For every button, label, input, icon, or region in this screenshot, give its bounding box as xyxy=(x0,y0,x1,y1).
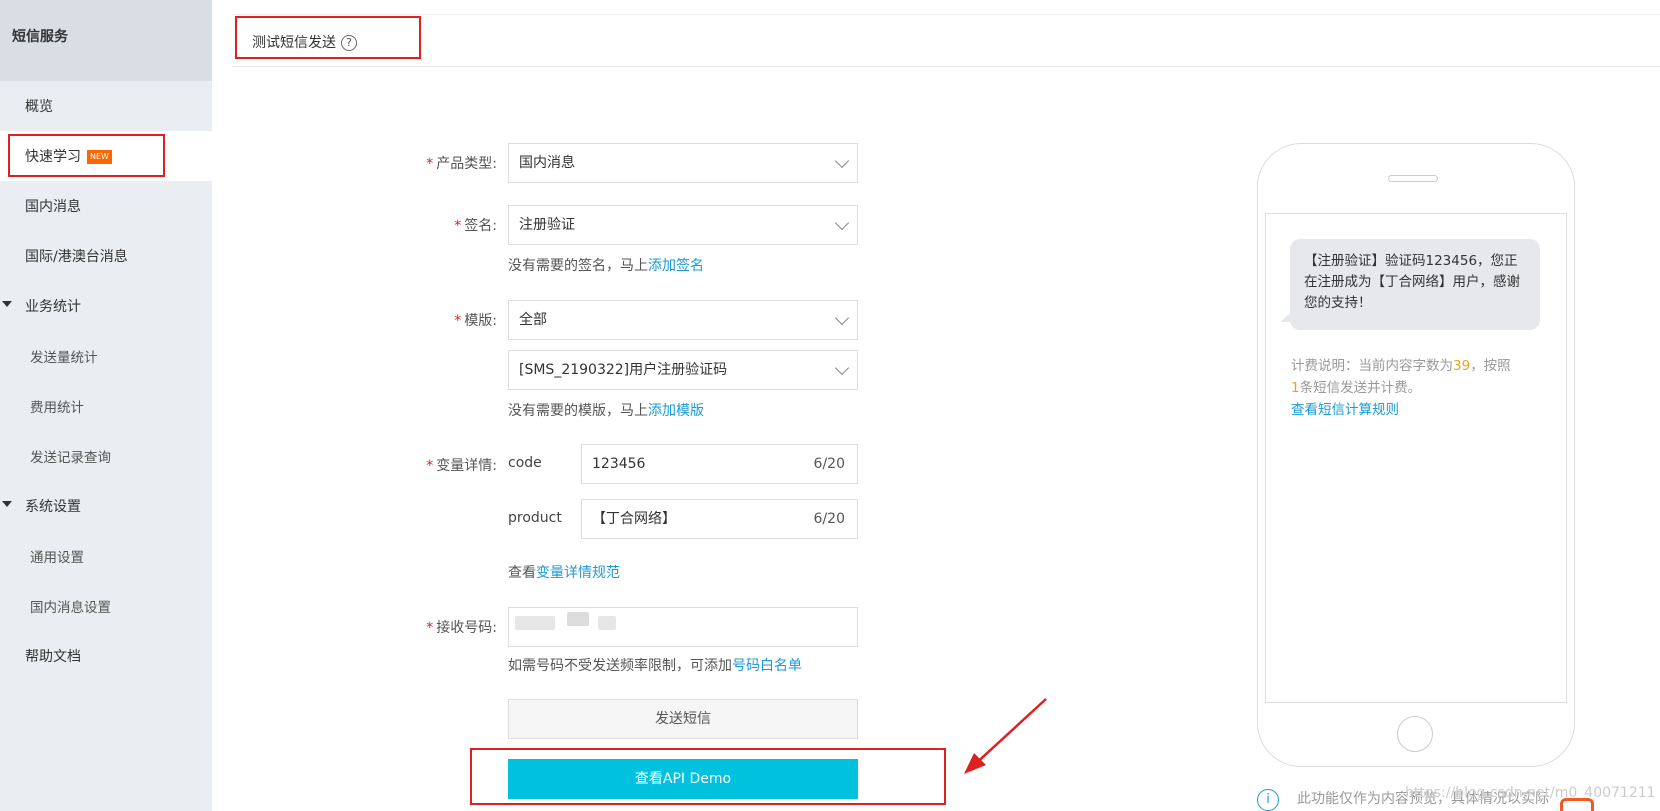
required-mark: * xyxy=(454,218,462,234)
char-count: 39 xyxy=(1453,358,1471,374)
label-text: 签名: xyxy=(464,218,497,234)
page-header xyxy=(232,14,1660,67)
chevron-down-icon xyxy=(834,310,850,326)
sidebar-item-send-stats[interactable]: 发送量统计 xyxy=(0,346,212,366)
signature-hint: 没有需要的签名，马上添加签名 xyxy=(508,255,704,275)
highlight-box xyxy=(470,748,946,805)
blurred-phone xyxy=(598,616,616,630)
select-value: 全部 xyxy=(519,312,547,328)
var-code-input[interactable]: 123456 6/20 xyxy=(581,444,858,484)
var-product-input[interactable]: 【丁合网络】 6/20 xyxy=(581,499,858,539)
sidebar-group-stats[interactable]: 业务统计 xyxy=(0,296,212,316)
sidebar-item-domestic-settings[interactable]: 国内消息设置 xyxy=(0,596,212,616)
whitelist-link[interactable]: 号码白名单 xyxy=(732,658,802,674)
add-template-link[interactable]: 添加模版 xyxy=(648,403,704,419)
corner-icon xyxy=(1560,798,1594,811)
watermark: https://blog.csdn.net/m0_40071211 xyxy=(1405,785,1656,801)
var-code-name: code xyxy=(508,455,542,471)
label-text: 产品类型: xyxy=(436,156,497,172)
caret-down-icon xyxy=(2,301,12,307)
variables-hint: 查看变量详情规范 xyxy=(508,562,620,582)
blurred-phone xyxy=(515,616,555,630)
template-label: * 模版: xyxy=(377,310,497,330)
variable-spec-link[interactable]: 变量详情规范 xyxy=(536,565,620,581)
sidebar-item-help[interactable]: 帮助文档 xyxy=(0,646,212,666)
sms-count: 1 xyxy=(1291,380,1300,396)
template-detail-select[interactable]: [SMS_2190322]用户注册验证码 xyxy=(508,350,858,390)
caret-down-icon xyxy=(2,501,12,507)
label-text: 接收号码: xyxy=(436,620,497,636)
variables-label: * 变量详情: xyxy=(377,455,497,475)
sidebar-item-cost-stats[interactable]: 费用统计 xyxy=(0,396,212,416)
billing-info: 计费说明：当前内容字数为39，按照 1条短信发送并计费。查看短信计算规则 xyxy=(1291,355,1551,421)
phone-label: * 接收号码: xyxy=(377,617,497,637)
highlight-box xyxy=(8,134,165,177)
required-mark: * xyxy=(454,313,462,329)
var-product-name: product xyxy=(508,510,562,526)
required-mark: * xyxy=(426,620,434,636)
chevron-down-icon xyxy=(834,153,850,169)
required-mark: * xyxy=(426,156,434,172)
add-signature-link[interactable]: 添加签名 xyxy=(648,258,704,274)
chevron-down-icon xyxy=(834,360,850,376)
char-count: 6/20 xyxy=(813,456,845,472)
billing-rules-link[interactable]: 查看短信计算规则 xyxy=(1291,402,1399,418)
label-text: 模版: xyxy=(464,313,497,329)
chevron-down-icon xyxy=(834,215,850,231)
hint-text: 没有需要的模版，马上 xyxy=(508,403,648,419)
product-type-select[interactable]: 国内消息 xyxy=(508,143,858,183)
sidebar-item-intl[interactable]: 国际/港澳台消息 xyxy=(0,246,212,266)
select-value: 注册验证 xyxy=(519,217,575,233)
sidebar-item-domestic[interactable]: 国内消息 xyxy=(0,196,212,216)
select-value: 国内消息 xyxy=(519,155,575,171)
info-icon: i xyxy=(1257,789,1279,811)
hint-text: 查看 xyxy=(508,565,536,581)
phone-input[interactable] xyxy=(508,607,858,647)
phone-hint: 如需号码不受发送频率限制，可添加号码白名单 xyxy=(508,655,802,675)
input-value: 【丁合网络】 xyxy=(592,511,676,527)
select-value: [SMS_2190322]用户注册验证码 xyxy=(519,362,728,378)
required-mark: * xyxy=(426,458,434,474)
char-count: 6/20 xyxy=(813,511,845,527)
signature-label: * 签名: xyxy=(377,215,497,235)
phone-speaker xyxy=(1388,175,1438,182)
send-sms-button[interactable]: 发送短信 xyxy=(508,699,858,739)
sidebar-title: 短信服务 xyxy=(0,0,212,81)
template-hint: 没有需要的模版，马上添加模版 xyxy=(508,400,704,420)
hint-text: 如需号码不受发送频率限制，可添加 xyxy=(508,658,732,674)
sidebar-group-label: 系统设置 xyxy=(25,499,81,515)
arrow-annotation xyxy=(964,698,1047,774)
message-bubble: 【注册验证】验证码123456，您正在注册成为【丁合网络】用户，感谢您的支持！ xyxy=(1290,239,1540,330)
template-select[interactable]: 全部 xyxy=(508,300,858,340)
sidebar-group-settings[interactable]: 系统设置 xyxy=(0,496,212,516)
sidebar-group-label: 业务统计 xyxy=(25,299,81,315)
sidebar-item-overview[interactable]: 概览 xyxy=(0,96,212,116)
billing-text: ，按照 xyxy=(1470,358,1511,374)
label-text: 变量详情: xyxy=(436,458,497,474)
billing-text: 条短信发送并计费。 xyxy=(1299,380,1422,396)
product-type-label: * 产品类型: xyxy=(377,153,497,173)
sidebar-item-send-records[interactable]: 发送记录查询 xyxy=(0,446,212,466)
billing-text: 计费说明：当前内容字数为 xyxy=(1291,358,1453,374)
phone-home-button xyxy=(1397,716,1433,752)
input-value: 123456 xyxy=(592,456,646,472)
hint-text: 没有需要的签名，马上 xyxy=(508,258,648,274)
signature-select[interactable]: 注册验证 xyxy=(508,205,858,245)
highlight-box xyxy=(235,16,421,59)
blurred-phone xyxy=(567,612,589,626)
sidebar: 短信服务 概览 快速学习 NEW 国内消息 国际/港澳台消息 业务统计 发送量统计… xyxy=(0,0,212,811)
sidebar-item-general-settings[interactable]: 通用设置 xyxy=(0,546,212,566)
